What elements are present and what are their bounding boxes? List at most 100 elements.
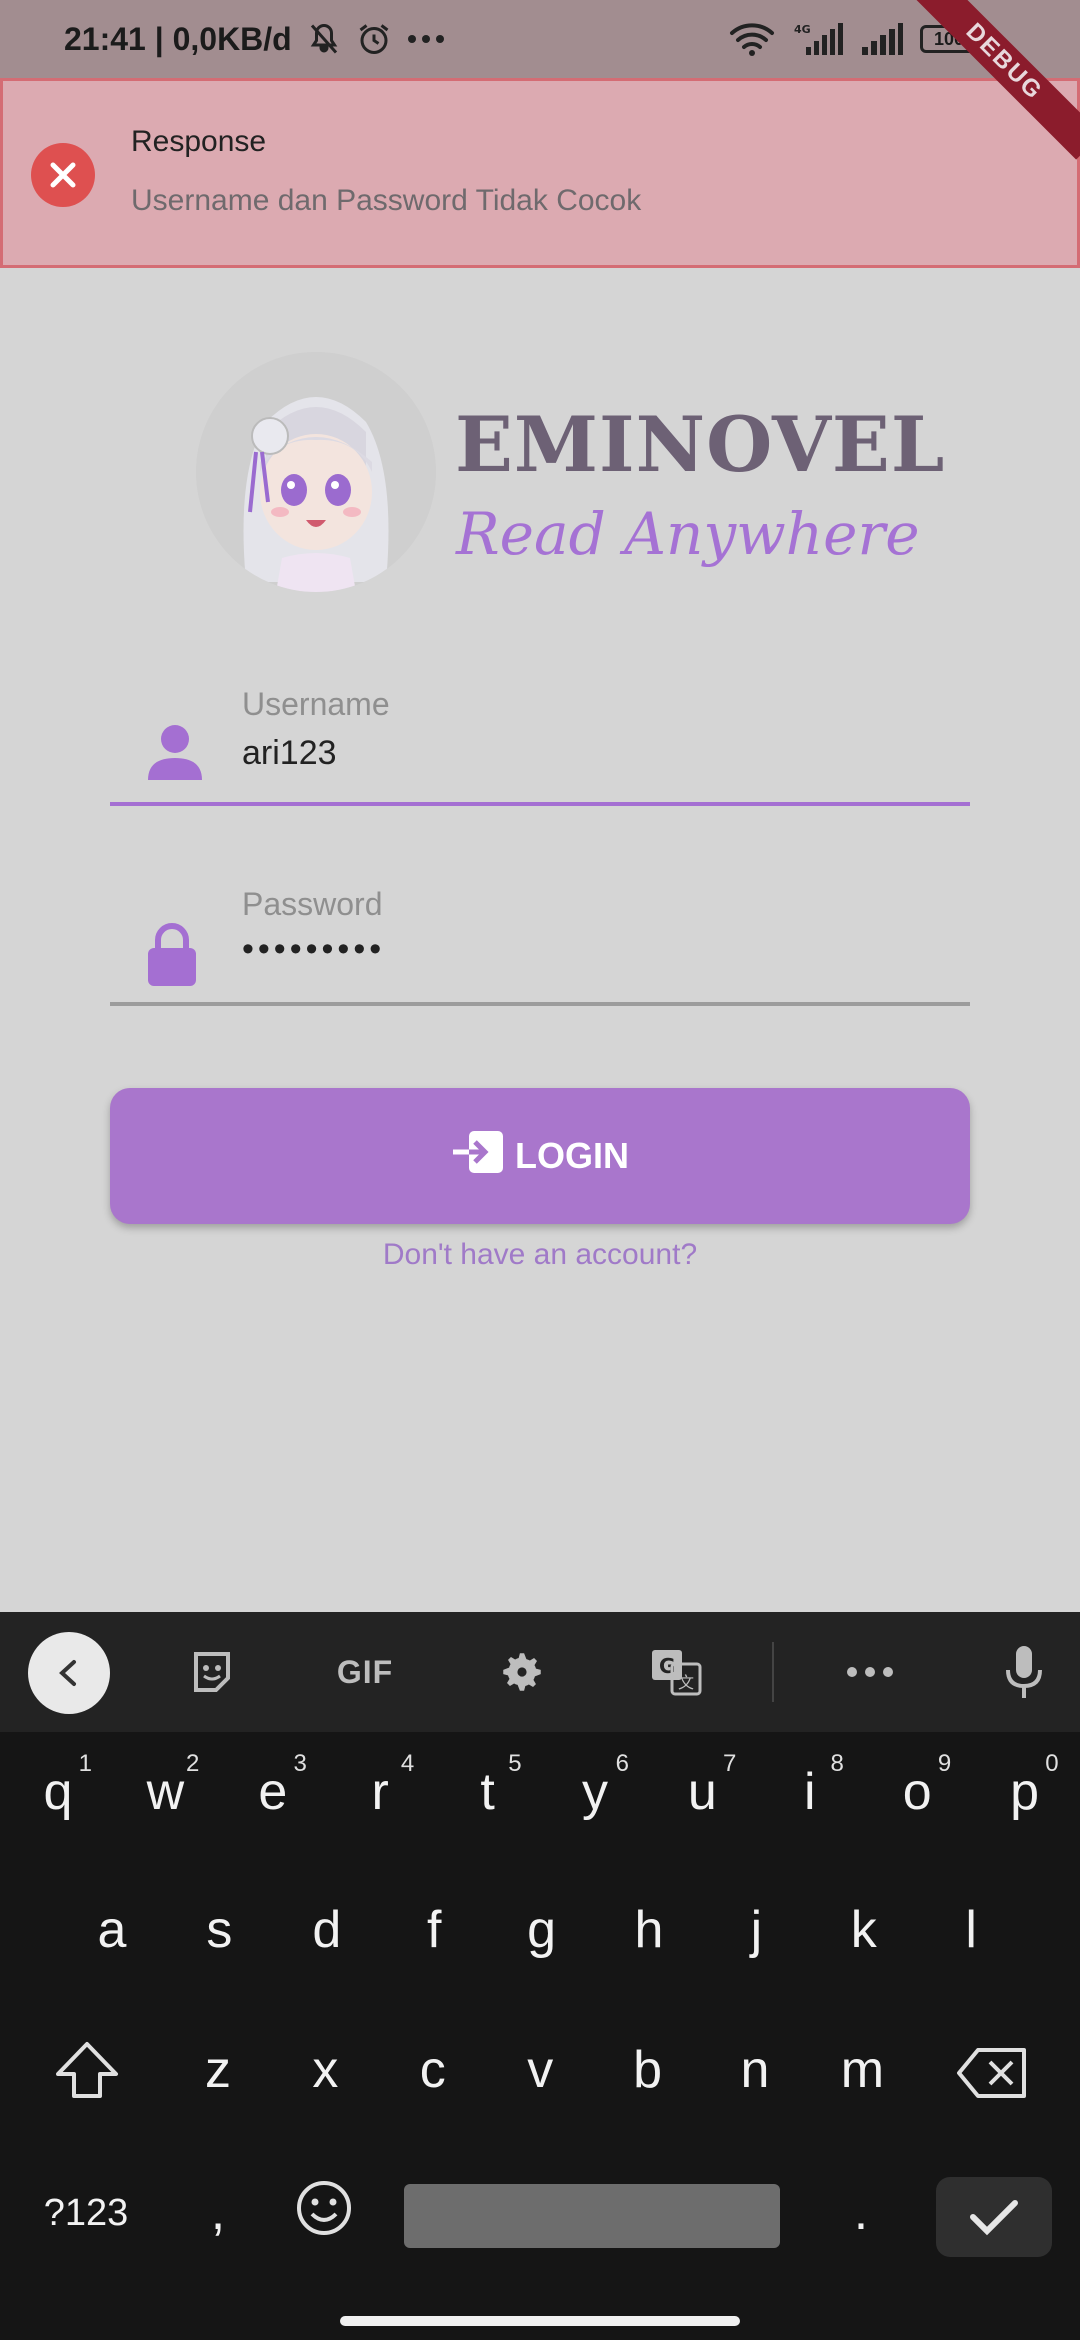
symbols-key[interactable]: ?123 xyxy=(36,2192,136,2235)
app-tagline: Read Anywhere xyxy=(456,500,920,568)
key-t[interactable]: t5 xyxy=(458,1750,521,1822)
password-label: Password xyxy=(242,886,383,922)
navigation-handle[interactable] xyxy=(340,2316,740,2326)
key-letter: r xyxy=(371,1763,389,1821)
key-h[interactable]: h xyxy=(619,1900,679,1960)
key-letter: c xyxy=(419,2041,446,2099)
lock-icon xyxy=(146,922,198,993)
svg-text:文: 文 xyxy=(678,1673,694,1692)
more-notifications-icon xyxy=(406,33,446,45)
mic-icon[interactable] xyxy=(994,1642,1054,1702)
signal-icon xyxy=(860,21,904,57)
key-hint: 1 xyxy=(78,1750,92,1777)
soft-keyboard: GIF G文 q1 w2 e3 r4 t5 y6 u7 i8 o9 p0 a s d f g h j k l z x c v… xyxy=(0,1612,1080,2340)
key-j[interactable]: j xyxy=(726,1900,786,1960)
key-a[interactable]: a xyxy=(82,1900,142,1960)
key-m[interactable]: m xyxy=(832,2040,892,2100)
debug-ribbon: DEBUG xyxy=(910,0,1080,170)
person-icon xyxy=(146,722,204,787)
period-key[interactable]: . xyxy=(846,2182,876,2242)
key-hint: 3 xyxy=(293,1750,307,1777)
key-y[interactable]: y6 xyxy=(565,1750,629,1822)
key-s[interactable]: s xyxy=(189,1900,249,1960)
gif-button[interactable]: GIF xyxy=(320,1642,410,1702)
login-button[interactable]: LOGIN xyxy=(110,1088,970,1224)
password-underline xyxy=(110,1002,970,1006)
emoji-icon[interactable] xyxy=(294,2178,354,2251)
key-letter: d xyxy=(312,1901,342,1959)
space-key[interactable] xyxy=(404,2184,780,2248)
key-letter: h xyxy=(634,1901,664,1959)
backspace-key[interactable] xyxy=(952,2046,1032,2113)
svg-text:4G: 4G xyxy=(794,23,811,36)
key-u[interactable]: u7 xyxy=(672,1750,736,1822)
key-letter: f xyxy=(426,1901,442,1959)
username-label: Username xyxy=(242,686,390,722)
key-letter: p xyxy=(1010,1763,1040,1821)
password-value[interactable]: ••••••••• xyxy=(242,930,385,969)
key-letter: i xyxy=(804,1763,816,1821)
username-value[interactable]: ari123 xyxy=(242,734,337,773)
key-g[interactable]: g xyxy=(512,1900,572,1960)
check-icon xyxy=(970,2200,1018,2236)
key-letter: v xyxy=(527,2041,554,2099)
key-o[interactable]: o9 xyxy=(887,1750,951,1822)
comma-key[interactable]: , xyxy=(198,2182,238,2242)
toast-message: Username dan Password Tidak Cocok xyxy=(131,184,642,217)
settings-icon[interactable] xyxy=(492,1642,552,1702)
translate-icon[interactable]: G文 xyxy=(646,1642,706,1702)
key-l[interactable]: l xyxy=(941,1900,1001,1960)
key-letter: u xyxy=(687,1763,717,1821)
key-letter: t xyxy=(480,1763,495,1821)
wifi-icon xyxy=(728,21,776,57)
key-hint: 6 xyxy=(615,1750,629,1777)
key-w[interactable]: w2 xyxy=(135,1750,200,1822)
key-b[interactable]: b xyxy=(618,2040,678,2100)
key-k[interactable]: k xyxy=(834,1900,894,1960)
sticker-icon[interactable] xyxy=(182,1642,242,1702)
key-letter: z xyxy=(205,2041,231,2099)
key-q[interactable]: q1 xyxy=(28,1750,92,1822)
back-icon[interactable] xyxy=(28,1632,110,1714)
key-letter: s xyxy=(206,1901,233,1959)
key-hint: 5 xyxy=(508,1750,522,1777)
key-p[interactable]: p0 xyxy=(995,1750,1058,1822)
key-f[interactable]: f xyxy=(404,1900,464,1960)
key-x[interactable]: x xyxy=(295,2040,355,2100)
enter-key[interactable] xyxy=(936,2177,1052,2257)
status-time: 21:41 | 0,0KB/d xyxy=(64,20,292,57)
more-icon[interactable] xyxy=(840,1642,900,1702)
key-d[interactable]: d xyxy=(297,1900,357,1960)
key-letter: n xyxy=(740,2041,770,2099)
key-letter: j xyxy=(750,1901,763,1959)
login-label: LOGIN xyxy=(515,1135,629,1176)
key-letter: x xyxy=(312,2041,339,2099)
shift-key[interactable] xyxy=(52,2040,122,2113)
key-letter: q xyxy=(43,1763,73,1821)
mute-icon xyxy=(306,21,342,57)
error-icon xyxy=(31,143,95,207)
key-e[interactable]: e3 xyxy=(243,1750,306,1822)
signup-link[interactable]: Don't have an account? xyxy=(0,1238,1080,1272)
app-title: EMINOVEL xyxy=(455,400,946,489)
app-logo-avatar xyxy=(196,352,436,592)
key-z[interactable]: z xyxy=(188,2040,248,2100)
key-hint: 4 xyxy=(400,1750,415,1777)
key-n[interactable]: n xyxy=(725,2040,785,2100)
key-letter: w xyxy=(146,1763,185,1821)
key-r[interactable]: r4 xyxy=(350,1750,415,1822)
password-field[interactable]: Password ••••••••• xyxy=(110,876,970,1006)
username-field[interactable]: Username ari123 xyxy=(110,676,970,806)
login-icon xyxy=(451,1129,505,1184)
key-v[interactable]: v xyxy=(510,2040,570,2100)
debug-label: DEBUG xyxy=(910,0,1080,160)
key-letter: g xyxy=(527,1901,557,1959)
key-letter: a xyxy=(97,1901,127,1959)
key-letter: e xyxy=(258,1763,288,1821)
key-letter: o xyxy=(902,1763,932,1821)
key-hint: 9 xyxy=(937,1750,952,1777)
key-c[interactable]: c xyxy=(403,2040,463,2100)
key-letter: y xyxy=(582,1763,608,1821)
key-i[interactable]: i8 xyxy=(780,1750,844,1822)
key-letter: l xyxy=(965,1901,977,1959)
